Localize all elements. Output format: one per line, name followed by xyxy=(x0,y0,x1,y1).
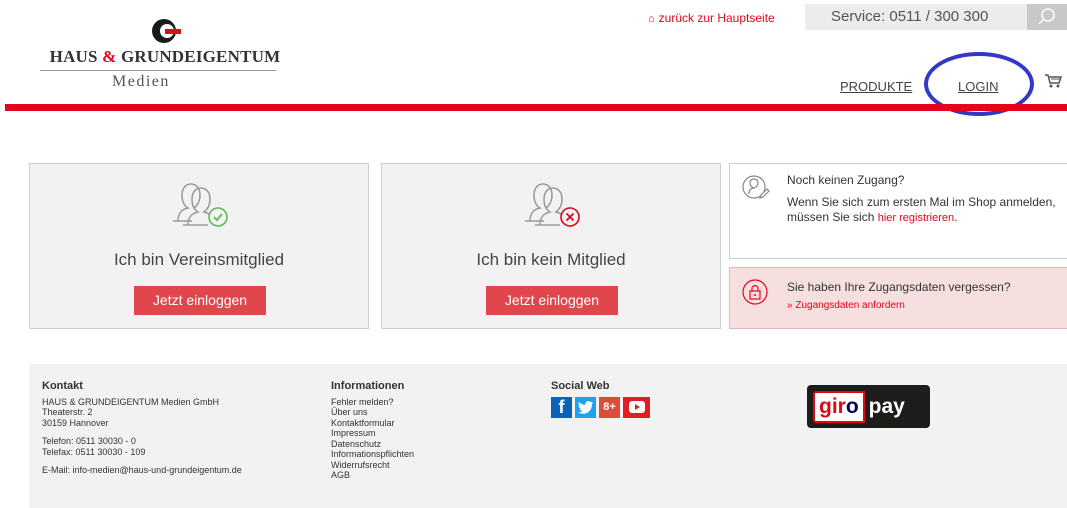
users-x-icon xyxy=(525,183,580,227)
footer-social: Social Web f 8+ xyxy=(551,381,650,418)
request-credentials-link[interactable]: » Zugangsdaten anfordern xyxy=(787,300,905,311)
company-name: HAUS & GRUNDEIGENTUM Medien GmbH xyxy=(42,396,220,407)
city: 30159 Hannover xyxy=(42,417,109,428)
register-heading: Noch keinen Zugang? xyxy=(787,173,905,187)
link-widerrufsrecht[interactable]: Widerrufsrecht xyxy=(331,460,414,471)
link-kontaktformular[interactable]: Kontaktformular xyxy=(331,418,414,429)
register-link[interactable]: hier registrieren xyxy=(878,212,954,224)
nonmember-login-button[interactable]: Jetzt einloggen xyxy=(486,286,618,315)
users-check-icon xyxy=(173,183,228,227)
logo-subtitle: Medien xyxy=(112,73,170,90)
street: Theaterstr. 2 xyxy=(42,407,93,417)
forgot-heading: Sie haben Ihre Zugangsdaten vergessen? xyxy=(787,280,1011,294)
link-agb[interactable]: AGB xyxy=(331,470,414,481)
logo-mark-icon xyxy=(152,19,181,43)
giropay-logo-part1: giro xyxy=(813,390,865,423)
kontakt-heading: Kontakt xyxy=(42,380,83,392)
page: HAUS & GRUNDEIGENTUM Medien ⌂ zurück zur … xyxy=(0,0,1067,508)
link-fehler-melden[interactable]: Fehler melden? xyxy=(331,397,414,408)
logo-title: HAUS & GRUNDEIGENTUM xyxy=(49,47,281,66)
cart-button[interactable] xyxy=(1044,73,1063,94)
informationen-heading: Informationen xyxy=(331,380,405,392)
header-accent-bar xyxy=(5,104,1067,111)
register-text: Wenn Sie sich zum ersten Mal im Shop anm… xyxy=(787,195,1056,224)
email-link[interactable]: E-Mail: info-medien@haus-und-grundeigent… xyxy=(42,465,242,476)
service-hotline: Service: 0511 / 300 300 xyxy=(805,4,1027,30)
register-info-box: Noch keinen Zugang? Wenn Sie sich zum er… xyxy=(729,163,1067,259)
twitter-icon[interactable] xyxy=(575,396,596,418)
search-icon xyxy=(1038,8,1055,25)
facebook-icon[interactable]: f xyxy=(551,396,572,418)
footer: Kontakt HAUS & GRUNDEIGENTUM Medien GmbH… xyxy=(29,364,1067,508)
back-link-label: zurück zur Hauptseite xyxy=(658,11,775,25)
youtube-icon[interactable] xyxy=(623,396,650,418)
link-impressum[interactable]: Impressum xyxy=(331,428,414,439)
cart-icon xyxy=(1045,74,1063,88)
giropay-logo: giro pay xyxy=(807,385,930,428)
footer-informationen: Informationen Fehler melden? Über uns Ko… xyxy=(331,381,414,481)
social-icons: f 8+ xyxy=(551,396,650,418)
nonmember-login-card: Ich bin kein Mitglied Jetzt einloggen xyxy=(381,163,721,329)
logo[interactable]: HAUS & GRUNDEIGENTUM Medien xyxy=(40,18,290,91)
member-card-title: Ich bin Vereinsmitglied xyxy=(113,250,285,269)
link-informationspflichten[interactable]: Informationspflichten xyxy=(331,449,414,460)
member-login-button[interactable]: Jetzt einloggen xyxy=(134,286,266,315)
google-plus-icon[interactable]: 8+ xyxy=(599,396,620,418)
giropay-logo-part2: pay xyxy=(868,394,905,418)
user-edit-icon xyxy=(742,175,770,199)
nav-produkte[interactable]: PRODUKTE xyxy=(840,79,912,94)
logo-divider xyxy=(40,70,276,71)
forgot-credentials-box: Sie haben Ihre Zugangsdaten vergessen? »… xyxy=(729,267,1067,329)
lock-icon xyxy=(742,279,768,305)
social-heading: Social Web xyxy=(551,380,610,392)
search-button[interactable] xyxy=(1027,4,1067,30)
member-login-card: Ich bin Vereinsmitglied Jetzt einloggen xyxy=(29,163,369,329)
link-datenschutz[interactable]: Datenschutz xyxy=(331,439,414,450)
footer-kontakt: Kontakt HAUS & GRUNDEIGENTUM Medien GmbH… xyxy=(42,381,242,476)
link-ueber-uns[interactable]: Über uns xyxy=(331,407,414,418)
home-icon: ⌂ xyxy=(648,13,655,25)
nonmember-card-title: Ich bin kein Mitglied xyxy=(476,250,626,269)
back-to-home-link[interactable]: ⌂ zurück zur Hauptseite xyxy=(648,11,775,25)
phone: Telefon: 0511 30030 - 0 xyxy=(42,436,136,446)
fax: Telefax: 0511 30030 - 109 xyxy=(42,446,146,457)
